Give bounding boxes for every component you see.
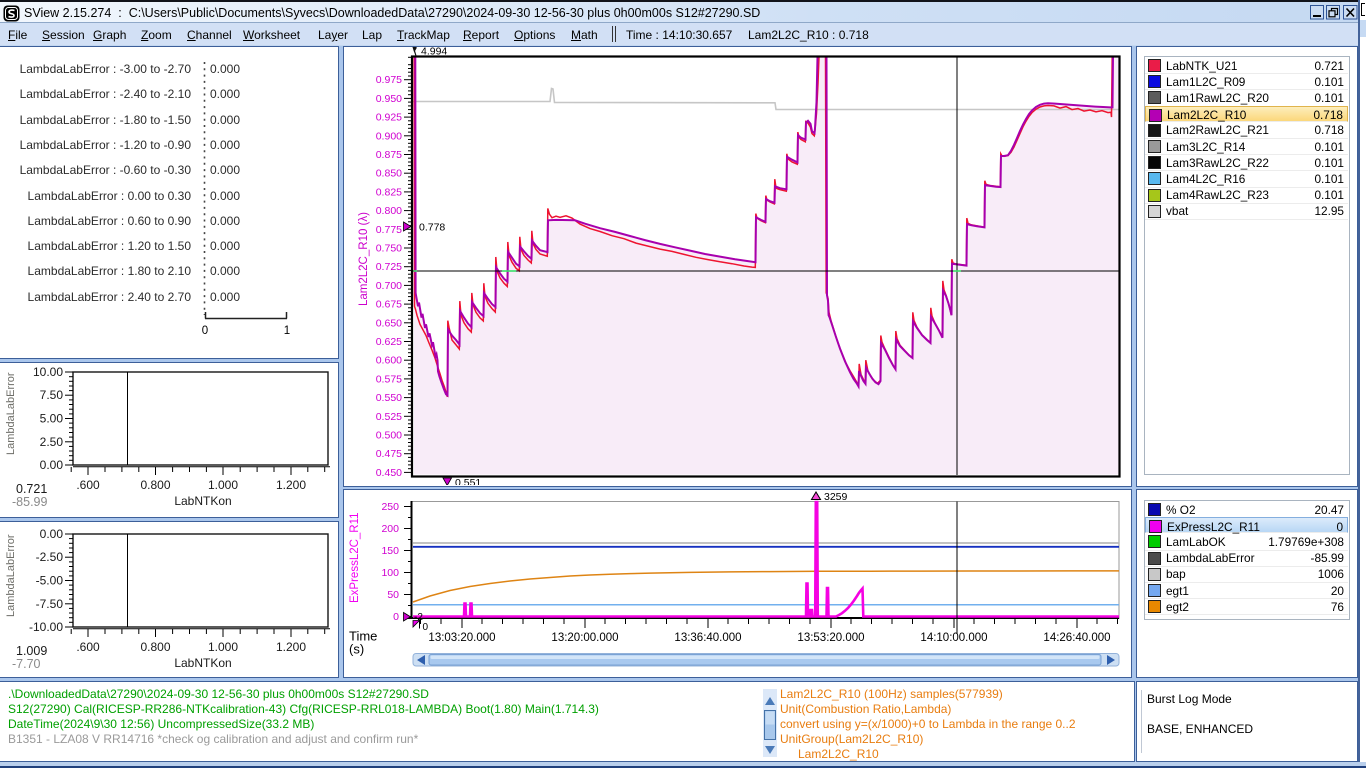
svg-text:10.00: 10.00	[33, 365, 63, 379]
svg-text:13:20:00.000: 13:20:00.000	[551, 632, 618, 644]
svg-text:LabNTKon: LabNTKon	[174, 494, 231, 508]
svg-text:0.950: 0.950	[375, 92, 401, 104]
svg-text:0.00: 0.00	[40, 458, 64, 472]
svg-text:0.925: 0.925	[375, 111, 401, 123]
svg-text:0.800: 0.800	[375, 205, 401, 217]
svg-text:14:10:00.000: 14:10:00.000	[920, 632, 987, 644]
svg-text:0: 0	[202, 325, 208, 337]
svg-text:1.200: 1.200	[276, 640, 306, 654]
svg-text:0.525: 0.525	[375, 410, 401, 422]
svg-text:13:53:20.000: 13:53:20.000	[797, 632, 864, 644]
svg-text:0.450: 0.450	[375, 466, 401, 478]
svg-text:.600: .600	[76, 640, 100, 654]
svg-text:-10.00: -10.00	[29, 620, 63, 634]
svg-text:Lam2L2C_R10 (λ): Lam2L2C_R10 (λ)	[358, 211, 370, 305]
svg-text:100: 100	[381, 567, 399, 579]
svg-text:0.725: 0.725	[375, 261, 401, 273]
svg-text:LambdaLabError: LambdaLabError	[5, 534, 17, 617]
svg-text:1.200: 1.200	[276, 478, 306, 492]
svg-text:13:36:40.000: 13:36:40.000	[674, 632, 741, 644]
svg-text:-2.50: -2.50	[36, 550, 64, 564]
svg-text:13:03:20.000: 13:03:20.000	[428, 632, 495, 644]
svg-text:ExPressL2C_R11: ExPressL2C_R11	[349, 512, 361, 603]
svg-text:-5.00: -5.00	[36, 573, 64, 587]
svg-text:0.475: 0.475	[375, 448, 401, 460]
svg-text:150: 150	[381, 545, 399, 557]
svg-text:50: 50	[387, 589, 399, 601]
svg-text:-7.70: -7.70	[12, 657, 41, 671]
svg-text:0.551: 0.551	[455, 477, 481, 486]
svg-text:1.000: 1.000	[208, 478, 238, 492]
svg-text:250: 250	[381, 501, 399, 513]
svg-text:4.994: 4.994	[421, 47, 447, 58]
svg-text:0.675: 0.675	[375, 298, 401, 310]
svg-text:0.900: 0.900	[375, 130, 401, 142]
svg-text:0.650: 0.650	[375, 317, 401, 329]
svg-text:0.721: 0.721	[16, 482, 47, 496]
svg-text:LambdaLabError: LambdaLabError	[5, 372, 17, 455]
svg-text:(s): (s)	[349, 641, 364, 656]
svg-text:0: 0	[422, 622, 428, 633]
svg-text:0.700: 0.700	[375, 279, 401, 291]
svg-text:0.800: 0.800	[140, 640, 170, 654]
svg-text:3259: 3259	[824, 491, 848, 503]
svg-text:2.50: 2.50	[40, 434, 64, 448]
svg-text:LabNTKon: LabNTKon	[174, 656, 231, 670]
svg-text:-7.50: -7.50	[36, 596, 64, 610]
svg-text:0.850: 0.850	[375, 167, 401, 179]
svg-text:0.775: 0.775	[375, 223, 401, 235]
svg-text:5.00: 5.00	[40, 411, 64, 425]
svg-text:0.975: 0.975	[375, 74, 401, 86]
svg-text:14:26:40.000: 14:26:40.000	[1043, 632, 1110, 644]
svg-text:1.000: 1.000	[208, 640, 238, 654]
svg-text:1.009: 1.009	[16, 644, 47, 658]
svg-text:0.550: 0.550	[375, 392, 401, 404]
svg-text:0.600: 0.600	[375, 354, 401, 366]
svg-text:0.750: 0.750	[375, 242, 401, 254]
svg-text:-85.99: -85.99	[12, 495, 47, 509]
svg-text:0: 0	[393, 611, 399, 623]
svg-text:.600: .600	[76, 478, 100, 492]
svg-text:0.00: 0.00	[40, 527, 64, 541]
svg-text:0.875: 0.875	[375, 149, 401, 161]
svg-text:200: 200	[381, 523, 399, 535]
svg-text:0.500: 0.500	[375, 429, 401, 441]
svg-text:1: 1	[284, 325, 290, 337]
svg-text:0.825: 0.825	[375, 186, 401, 198]
svg-text:7.50: 7.50	[40, 388, 64, 402]
svg-text:0.625: 0.625	[375, 336, 401, 348]
svg-text:0.800: 0.800	[140, 478, 170, 492]
svg-text:0.778: 0.778	[419, 221, 445, 233]
svg-text:0.575: 0.575	[375, 373, 401, 385]
